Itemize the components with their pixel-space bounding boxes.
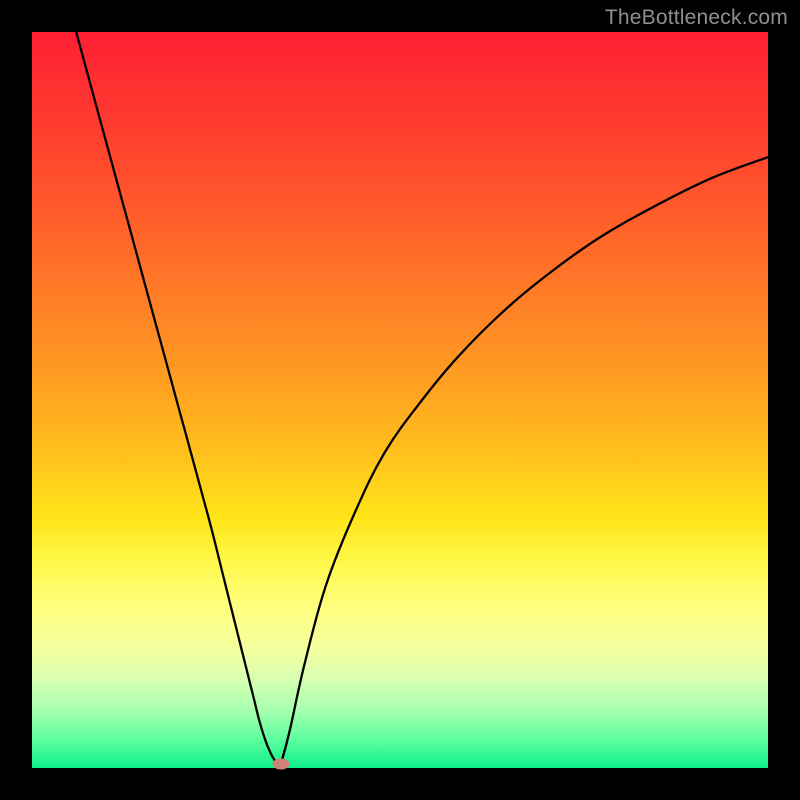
bottleneck-curve — [32, 32, 768, 768]
curve-path — [76, 32, 768, 764]
vertex-marker — [272, 759, 289, 770]
watermark-text: TheBottleneck.com — [605, 6, 788, 30]
plot-area — [32, 32, 768, 768]
chart-frame: TheBottleneck.com — [0, 0, 800, 800]
